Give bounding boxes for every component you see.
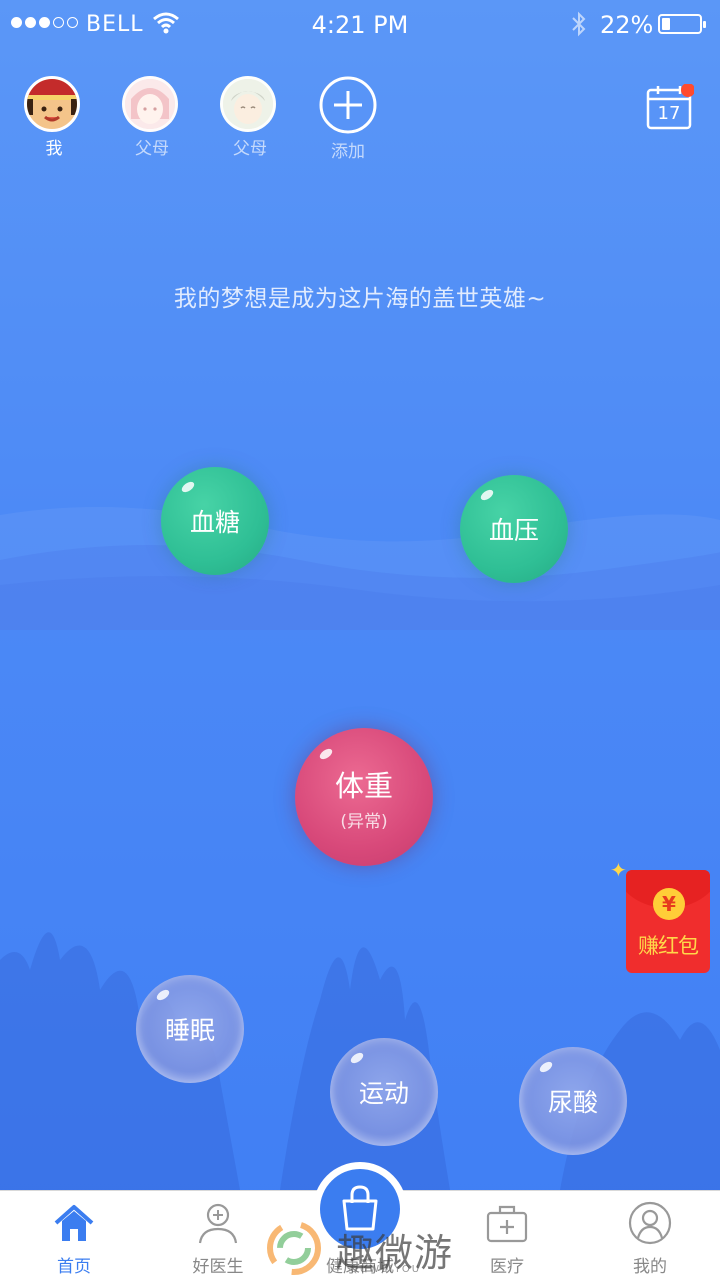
sparkle-icon: ✦	[610, 858, 627, 882]
tab-label: 首页	[57, 1257, 91, 1277]
yuan-coin-icon: ¥	[653, 888, 685, 920]
profile-switcher: 我 父母 父母 添加	[24, 76, 378, 162]
avatar	[220, 76, 276, 132]
weight-bubble[interactable]: 体重 (异常)	[295, 728, 433, 866]
bubble-label: 体重	[334, 768, 393, 803]
red-packet-button[interactable]: ¥ 赚红包	[626, 870, 710, 973]
home-icon	[54, 1205, 94, 1241]
bubble-label: 血糖	[189, 508, 240, 537]
profile-label: 父母	[233, 139, 267, 159]
avatar	[122, 76, 178, 132]
calendar-day: 17	[657, 103, 681, 124]
bluetooth-icon	[572, 11, 586, 37]
battery-icon	[658, 14, 706, 34]
battery-percent: 22%	[600, 11, 654, 39]
bubble-label: 血压	[488, 516, 539, 545]
blood-pressure-bubble[interactable]: 血压	[460, 475, 568, 583]
calendar-button[interactable]: 17	[646, 83, 695, 130]
motto-text: 我的梦想是成为这片海的盖世英雄~	[173, 286, 547, 312]
bubble-label: 运动	[358, 1079, 409, 1108]
add-profile-button[interactable]: 添加	[318, 76, 378, 162]
profile-label: 我	[45, 139, 63, 159]
sleep-bubble[interactable]: 睡眠	[136, 975, 244, 1083]
wave-background	[0, 507, 720, 630]
tab-label: 我的	[633, 1257, 667, 1277]
exercise-bubble[interactable]: 运动	[330, 1038, 438, 1146]
uric-acid-bubble[interactable]: 尿酸	[519, 1047, 627, 1155]
weight-status: (异常)	[340, 811, 388, 832]
profile-me[interactable]: 我	[24, 76, 84, 162]
status-bar: BELL 4:21 PM 22%	[0, 0, 720, 50]
profile-label: 添加	[331, 142, 365, 162]
profile-parent-2[interactable]: 父母	[220, 76, 280, 162]
bubble-label: 尿酸	[547, 1088, 598, 1117]
watermark-subtext: QUWEIYOU	[350, 1264, 422, 1275]
plus-circle-icon	[319, 76, 377, 134]
medical-kit-icon	[486, 1205, 528, 1243]
user-icon	[628, 1201, 672, 1245]
bubble-label: 睡眠	[164, 1016, 215, 1045]
blood-sugar-bubble[interactable]: 血糖	[161, 467, 269, 575]
red-packet-label: 赚红包	[638, 934, 699, 958]
profile-label: 父母	[135, 139, 169, 159]
avatar	[24, 76, 80, 132]
watermark-logo: 趣微游 QUWEIYOU	[266, 1220, 466, 1278]
doctor-icon	[198, 1203, 238, 1244]
tab-label: 好医生	[192, 1257, 244, 1277]
coral-decoration	[0, 932, 720, 1190]
profile-parent-1[interactable]: 父母	[122, 76, 182, 162]
